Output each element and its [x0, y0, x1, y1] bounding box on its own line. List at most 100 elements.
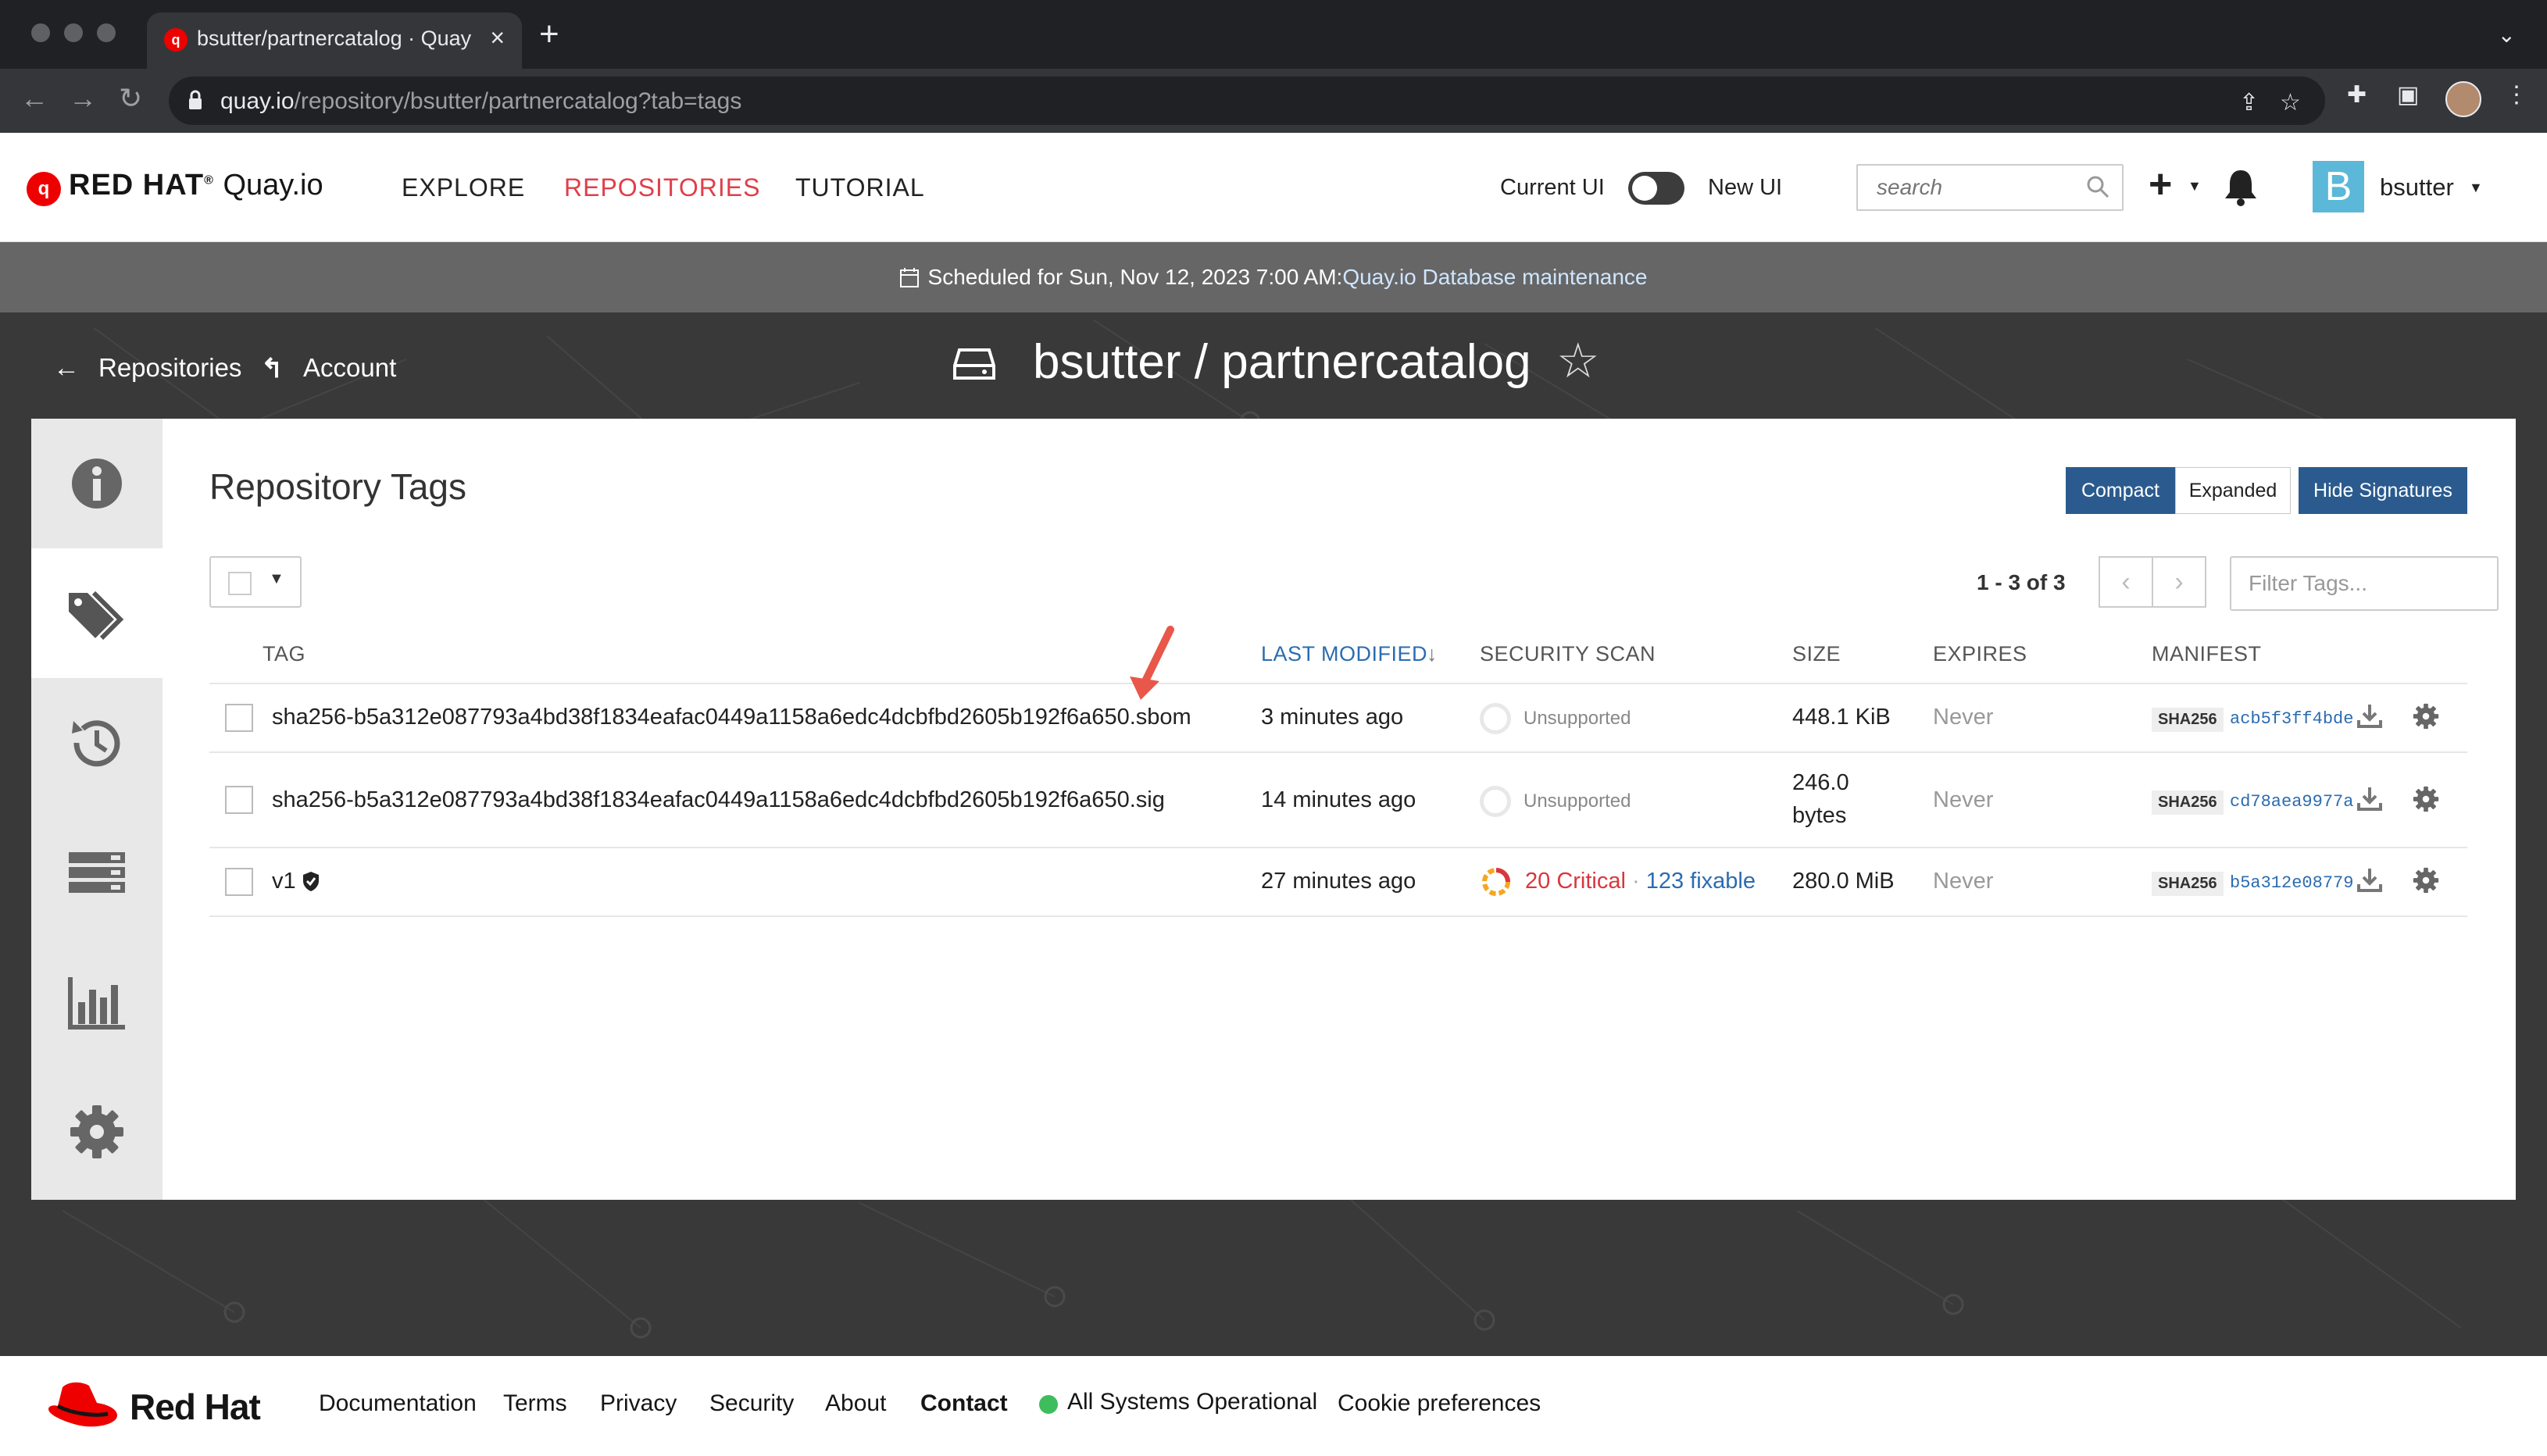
red-hat-wordmark[interactable]: Red Hat — [130, 1386, 261, 1428]
column-header-last-modified[interactable]: LAST MODIFIED — [1261, 642, 1427, 666]
row-checkbox[interactable] — [225, 786, 253, 814]
download-icon[interactable] — [2355, 865, 2384, 895]
browser-profile-avatar[interactable] — [2445, 81, 2481, 117]
sidebar-item-history[interactable] — [31, 678, 163, 808]
footer-link-documentation[interactable]: Documentation — [319, 1390, 477, 1417]
bookmark-star-icon[interactable]: ☆ — [2280, 89, 2301, 116]
footer-link-privacy[interactable]: Privacy — [600, 1390, 677, 1417]
system-status-link[interactable]: All Systems Operational — [1067, 1389, 1317, 1415]
scan-status: Unsupported — [1524, 708, 1631, 729]
tag-expires[interactable]: Never — [1933, 705, 1993, 730]
search-input[interactable] — [1858, 166, 2077, 209]
red-hat-logo-icon[interactable]: q — [27, 172, 61, 206]
sidebar-item-settings[interactable] — [31, 1067, 163, 1197]
next-page-button[interactable]: › — [2152, 556, 2206, 608]
browser-tab[interactable]: q bsutter/partnercatalog · Quay × — [147, 12, 522, 69]
repository-hdd-icon — [953, 348, 995, 380]
breadcrumb-repositories[interactable]: Repositories — [98, 353, 241, 383]
current-ui-label: Current UI — [1500, 175, 1605, 200]
vulnerability-donut-icon[interactable] — [1480, 865, 1513, 898]
expanded-view-button[interactable]: Expanded — [2175, 467, 2291, 514]
tag-name[interactable]: sha256-b5a312e087793a4bd38f1834eafac0449… — [272, 787, 1165, 813]
manifest-digest[interactable]: cd78aea9977a — [2230, 792, 2353, 812]
back-arrow-icon[interactable]: ← — [53, 353, 80, 384]
user-avatar[interactable]: B — [2313, 161, 2364, 212]
user-menu-caret-icon[interactable]: ▼ — [2469, 180, 2483, 196]
quay-favicon-icon: q — [164, 28, 188, 52]
ui-toggle-switch[interactable] — [1628, 172, 1684, 205]
tag-name[interactable]: v1 — [272, 869, 296, 894]
manifest-digest[interactable]: acb5f3ff4bde — [2230, 709, 2353, 729]
footer-link-terms[interactable]: Terms — [503, 1390, 567, 1417]
annotation-arrow-icon — [1130, 626, 1174, 700]
browser-menu-icon[interactable]: ⋮ — [2505, 81, 2528, 109]
breadcrumb-account[interactable]: Account — [303, 353, 396, 383]
new-tab-icon[interactable]: + — [539, 17, 559, 52]
back-icon[interactable]: ← — [20, 83, 48, 114]
manifest-digest[interactable]: b5a312e08779 — [2230, 873, 2353, 893]
critical-count[interactable]: 20 Critical — [1525, 869, 1626, 894]
tag-settings-gear-icon[interactable] — [2411, 865, 2441, 895]
row-checkbox[interactable] — [225, 868, 253, 896]
select-all-checkbox[interactable] — [228, 572, 252, 595]
maintenance-link[interactable]: Quay.io Database maintenance — [1342, 265, 1647, 289]
bulk-select-caret-icon[interactable]: ▼ — [269, 570, 284, 588]
download-icon[interactable] — [2355, 701, 2384, 731]
tab-search-chevron-icon[interactable]: ⌄ — [2498, 22, 2516, 48]
window-zoom-dot[interactable] — [97, 23, 116, 42]
cookie-preferences-link[interactable]: Cookie preferences — [1338, 1390, 1541, 1417]
browser-toolbar: ← → ↻ quay.io/repository/bsutter/partner… — [0, 69, 2547, 133]
tag-name[interactable]: sha256-b5a312e087793a4bd38f1834eafac0449… — [272, 705, 1191, 730]
username[interactable]: bsutter — [2380, 173, 2454, 202]
compact-view-button[interactable]: Compact — [2066, 467, 2175, 514]
banner-text: Scheduled for Sun, Nov 12, 2023 7:00 AM: — [927, 265, 1343, 289]
footer-link-contact[interactable]: Contact — [920, 1390, 1008, 1417]
sort-arrow-icon[interactable]: ↓ — [1427, 642, 1438, 666]
star-repository-icon[interactable]: ☆ — [1556, 337, 1600, 386]
search-icon[interactable] — [2086, 175, 2109, 198]
bulk-select-dropdown[interactable]: ▼ — [209, 556, 302, 608]
nav-explore[interactable]: EXPLORE — [402, 173, 525, 202]
forward-icon[interactable]: → — [69, 83, 97, 114]
create-caret-icon[interactable]: ▼ — [2188, 178, 2202, 194]
hide-signatures-button[interactable]: Hide Signatures — [2299, 467, 2467, 514]
status-indicator-dot — [1039, 1395, 1058, 1414]
tag-settings-gear-icon[interactable] — [2411, 701, 2441, 731]
tag-expires[interactable]: Never — [1933, 869, 1993, 894]
scan-summary[interactable]: 20 Critical · 123 fixable — [1525, 869, 1756, 894]
footer-link-about[interactable]: About — [825, 1390, 886, 1417]
download-icon[interactable] — [2355, 784, 2384, 814]
quay-logo[interactable]: RED HAT® Quay.io — [69, 169, 323, 202]
nav-repositories[interactable]: REPOSITORIES — [564, 173, 760, 202]
sidebar-item-info[interactable] — [31, 419, 163, 548]
sidebar-item-builds[interactable] — [31, 808, 163, 937]
column-header-expires: EXPIRES — [1933, 642, 2027, 666]
footer-link-security[interactable]: Security — [709, 1390, 794, 1417]
scan-unsupported-icon — [1480, 703, 1511, 734]
pagination-summary: 1 - 3 of 3 — [1977, 570, 2066, 594]
share-icon[interactable]: ⇪ — [2239, 89, 2259, 116]
notifications-bell-icon[interactable] — [2222, 167, 2259, 208]
fixable-count[interactable]: 123 fixable — [1646, 869, 1756, 894]
window-minimize-dot[interactable] — [64, 23, 83, 42]
tab-close-icon[interactable]: × — [490, 23, 505, 52]
tag-settings-gear-icon[interactable] — [2411, 784, 2441, 814]
reload-icon[interactable]: ↻ — [119, 83, 142, 114]
address-bar[interactable]: quay.io/repository/bsutter/partnercatalo… — [169, 77, 2325, 125]
prev-page-button[interactable]: ‹ — [2099, 556, 2153, 608]
nav-tutorial[interactable]: TUTORIAL — [795, 173, 925, 202]
side-panel-icon[interactable]: ▣ — [2397, 81, 2419, 109]
row-divider — [209, 915, 2467, 917]
tag-expires[interactable]: Never — [1933, 787, 1993, 813]
lock-icon — [189, 90, 202, 109]
create-new-icon[interactable]: + — [2149, 164, 2172, 205]
account-up-arrow-icon[interactable]: ↰ — [261, 353, 284, 384]
filter-tags-input[interactable] — [2230, 556, 2499, 611]
window-close-dot[interactable] — [31, 23, 50, 42]
sidebar-item-tags[interactable] — [31, 548, 163, 678]
extensions-icon[interactable]: ✚ — [2347, 81, 2367, 109]
page-footer: Red Hat Documentation Terms Privacy Secu… — [0, 1356, 2547, 1456]
red-hat-fedora-logo-icon[interactable] — [45, 1379, 120, 1431]
row-checkbox[interactable] — [225, 704, 253, 732]
sidebar-item-usage[interactable] — [31, 937, 163, 1067]
